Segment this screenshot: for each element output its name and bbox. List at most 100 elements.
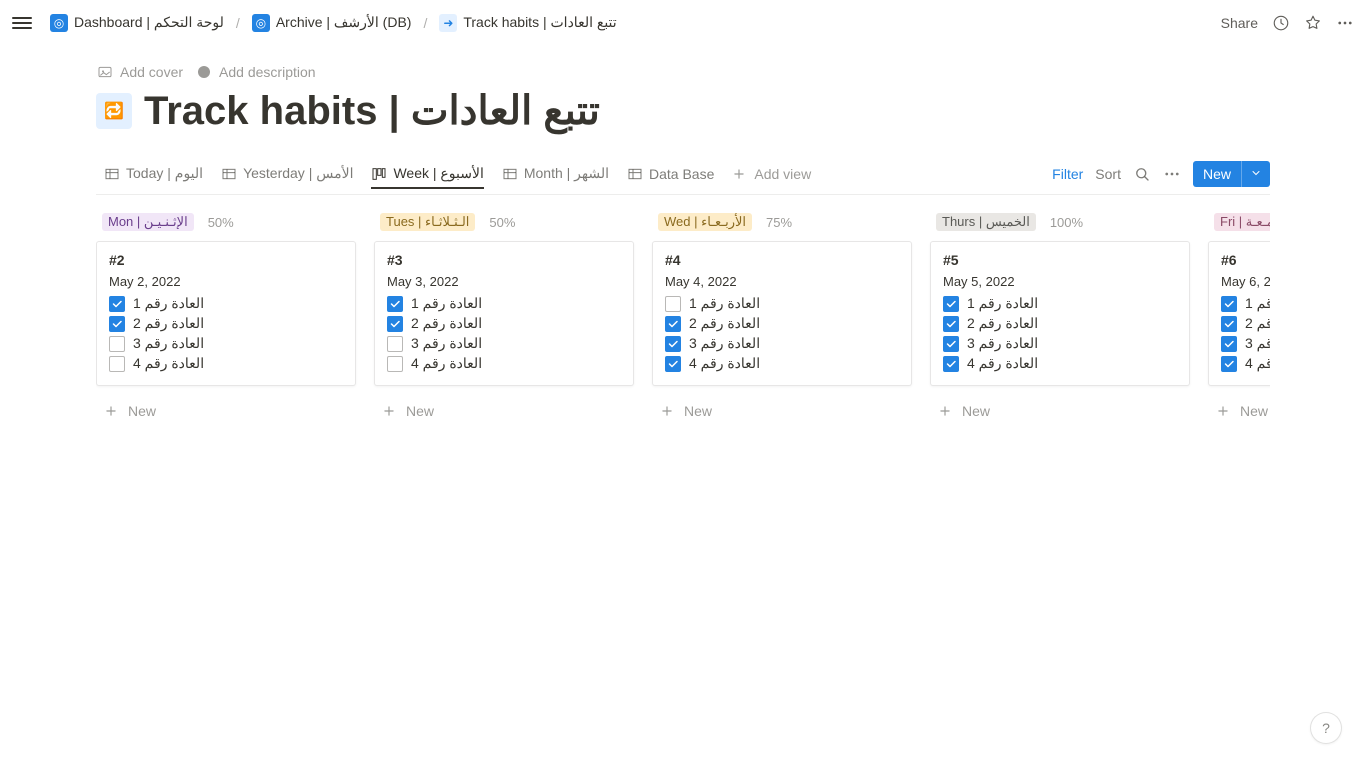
board-column: Tues | الـثـلاثـاء50%#3May 3, 2022العادة…	[374, 213, 634, 428]
add-card-label: New	[684, 403, 712, 419]
plus-icon	[102, 402, 120, 420]
habit-label: العادة رقم 3	[411, 335, 482, 352]
column-tag[interactable]: Mon | الإثـنـيـن	[102, 213, 194, 231]
search-icon[interactable]	[1133, 165, 1151, 183]
breadcrumb-item[interactable]: ◎Archive | الأرشف (DB)	[246, 12, 418, 34]
view-tab[interactable]: Week | الأسبوع	[363, 159, 491, 188]
updates-icon[interactable]	[1272, 14, 1290, 32]
habit-label: العادة رقم 1	[1245, 295, 1270, 312]
add-card-button[interactable]: New	[930, 394, 1190, 428]
add-description-button[interactable]: Add description	[195, 63, 316, 81]
habit-label: العادة رقم 3	[967, 335, 1038, 352]
habit-checkbox[interactable]	[943, 336, 959, 352]
habit-checkbox[interactable]	[665, 356, 681, 372]
habit-checkbox[interactable]	[387, 336, 403, 352]
habit-row: العادة رقم 4	[1221, 355, 1270, 372]
habit-label: العادة رقم 1	[411, 295, 482, 312]
breadcrumb-separator: /	[236, 15, 240, 31]
column-tag[interactable]: Wed | الأربـعـاء	[658, 213, 752, 231]
column-tag[interactable]: Fri | الـجـمـعـة	[1214, 213, 1270, 231]
column-percentage: 50%	[489, 215, 515, 230]
page-icon[interactable]: 🔁	[96, 93, 132, 129]
plus-icon	[730, 165, 748, 183]
column-header: Wed | الأربـعـاء75%	[652, 213, 912, 231]
add-card-button[interactable]: New	[96, 394, 356, 428]
habit-checkbox[interactable]	[109, 316, 125, 332]
view-tab[interactable]: Month | الشهر	[494, 159, 617, 188]
view-tab[interactable]: Today | اليوم	[96, 159, 211, 188]
habit-checkbox[interactable]	[387, 316, 403, 332]
add-card-button[interactable]: New	[1208, 394, 1270, 428]
column-tag[interactable]: Thurs | الخميس	[936, 213, 1036, 231]
habit-checkbox[interactable]	[665, 316, 681, 332]
habit-checkbox[interactable]	[109, 356, 125, 372]
breadcrumb-label: Dashboard | لوحة التحكم	[74, 14, 224, 31]
add-card-button[interactable]: New	[374, 394, 634, 428]
board-card[interactable]: #4May 4, 2022العادة رقم 1العادة رقم 2الع…	[652, 241, 912, 386]
board-card[interactable]: #6May 6, 2022العادة رقم 1العادة رقم 2الع…	[1208, 241, 1270, 386]
board-card[interactable]: #5May 5, 2022العادة رقم 1العادة رقم 2الع…	[930, 241, 1190, 386]
column-percentage: 50%	[208, 215, 234, 230]
views-tabs: Today | اليوم Yesterday | الأمس Week | الأ…	[96, 159, 722, 188]
sort-button[interactable]: Sort	[1095, 166, 1121, 182]
views-row: Today | اليوم Yesterday | الأمس Week | الأ…	[96, 153, 1270, 195]
board-card[interactable]: #2May 2, 2022العادة رقم 1العادة رقم 2الع…	[96, 241, 356, 386]
add-cover-button[interactable]: Add cover	[96, 63, 183, 81]
help-button[interactable]: ?	[1310, 712, 1342, 744]
new-button-dropdown[interactable]	[1241, 161, 1270, 187]
habit-label: العادة رقم 2	[967, 315, 1038, 332]
top-actions: Share	[1221, 14, 1354, 32]
habit-checkbox[interactable]	[665, 296, 681, 312]
add-card-button[interactable]: New	[652, 394, 912, 428]
share-button[interactable]: Share	[1221, 15, 1258, 31]
new-button[interactable]: New	[1193, 161, 1270, 187]
habit-checkbox[interactable]	[1221, 296, 1237, 312]
page-title-row: 🔁 Track habits | تتبع العادات	[96, 87, 1270, 135]
card-title: #4	[665, 252, 899, 268]
breadcrumb-item[interactable]: ◎Dashboard | لوحة التحكم	[44, 12, 230, 34]
column-tag[interactable]: Tues | الـثـلاثـاء	[380, 213, 475, 231]
card-date: May 4, 2022	[665, 274, 899, 289]
board-card[interactable]: #3May 3, 2022العادة رقم 1العادة رقم 2الع…	[374, 241, 634, 386]
breadcrumb-item[interactable]: ➜Track habits | تتبع العادات	[433, 12, 622, 34]
habit-checkbox[interactable]	[943, 316, 959, 332]
breadcrumb: ◎Dashboard | لوحة التحكم / ◎Archive | الأر…	[44, 12, 1221, 34]
plus-icon	[658, 402, 676, 420]
more-icon[interactable]	[1336, 14, 1354, 32]
column-header: Thurs | الخميس100%	[930, 213, 1190, 231]
add-view-button[interactable]: Add view	[722, 159, 819, 189]
page: Add cover Add description 🔁 Track habits…	[0, 63, 1366, 468]
habit-checkbox[interactable]	[665, 336, 681, 352]
plus-icon	[936, 402, 954, 420]
habit-row: العادة رقم 3	[665, 335, 899, 352]
habit-row: العادة رقم 2	[387, 315, 621, 332]
favorite-icon[interactable]	[1304, 14, 1322, 32]
view-tab[interactable]: Data Base	[619, 160, 722, 188]
menu-toggle[interactable]	[12, 13, 32, 33]
habit-checkbox[interactable]	[1221, 356, 1237, 372]
habit-checkbox[interactable]	[1221, 316, 1237, 332]
habit-checkbox[interactable]	[387, 356, 403, 372]
habit-row: العادة رقم 4	[387, 355, 621, 372]
breadcrumb-icon: ➜	[439, 14, 457, 32]
view-tab[interactable]: Yesterday | الأمس	[213, 159, 361, 188]
habit-checkbox[interactable]	[387, 296, 403, 312]
habit-label: العادة رقم 2	[133, 315, 204, 332]
view-tab-label: Week | الأسبوع	[393, 165, 483, 182]
view-tab-label: Today | اليوم	[126, 165, 203, 182]
habit-checkbox[interactable]	[943, 296, 959, 312]
page-title[interactable]: Track habits | تتبع العادات	[144, 87, 600, 135]
breadcrumb-label: Archive | الأرشف (DB)	[276, 14, 412, 31]
habit-checkbox[interactable]	[109, 336, 125, 352]
habit-checkbox[interactable]	[943, 356, 959, 372]
board-column: Fri | الـجـمـعـة100%#6May 6, 2022العادة …	[1208, 213, 1270, 428]
filter-button[interactable]: Filter	[1052, 166, 1083, 182]
view-options-icon[interactable]	[1163, 165, 1181, 183]
habit-checkbox[interactable]	[1221, 336, 1237, 352]
add-cover-label: Add cover	[120, 64, 183, 80]
habit-checkbox[interactable]	[109, 296, 125, 312]
habit-row: العادة رقم 2	[1221, 315, 1270, 332]
habit-label: العادة رقم 3	[689, 335, 760, 352]
habit-row: العادة رقم 2	[109, 315, 343, 332]
topbar: ◎Dashboard | لوحة التحكم / ◎Archive | الأر…	[0, 0, 1366, 45]
